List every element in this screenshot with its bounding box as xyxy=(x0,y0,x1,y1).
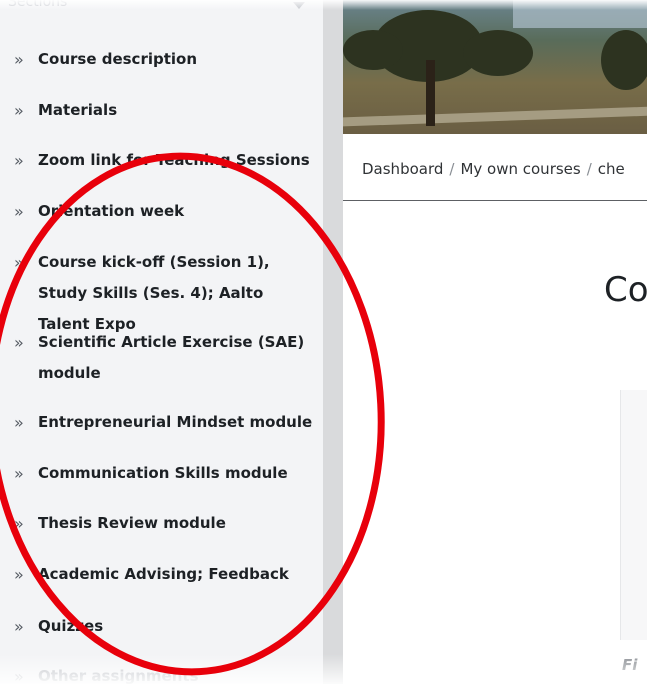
double-chevron-icon: » xyxy=(14,617,24,636)
section-link-zoom[interactable]: » Zoom link for Teaching Sessions xyxy=(14,145,314,176)
content-frame xyxy=(620,390,647,640)
section-link-label: Quizzes xyxy=(38,617,104,635)
tree-canopy xyxy=(601,30,647,90)
double-chevron-icon: » xyxy=(14,253,24,272)
tree-trunk xyxy=(426,60,435,126)
double-chevron-icon: » xyxy=(14,514,24,533)
collapse-caret-icon[interactable] xyxy=(293,2,305,9)
section-link-label: Zoom link for Teaching Sessions xyxy=(38,151,310,169)
section-link-label: Communication Skills module xyxy=(38,464,288,482)
section-link-academic-advising[interactable]: » Academic Advising; Feedback xyxy=(14,559,314,590)
course-sections-sidebar: Sections » Course description » Material… xyxy=(0,0,323,684)
tree-canopy xyxy=(463,30,533,76)
page-title: Co xyxy=(604,270,647,310)
banner-sky xyxy=(513,0,647,28)
tree-canopy xyxy=(343,30,403,70)
sections-header-label: Sections xyxy=(8,0,68,10)
section-link-thesis-review[interactable]: » Thesis Review module xyxy=(14,508,314,539)
section-link-label: Other assignments xyxy=(38,667,199,684)
section-link-materials[interactable]: » Materials xyxy=(14,95,314,126)
section-link-entrepreneurial-mindset[interactable]: » Entrepreneurial Mindset module xyxy=(14,407,314,438)
header-divider xyxy=(343,200,647,201)
double-chevron-icon: » xyxy=(14,202,24,221)
section-link-communication-skills[interactable]: » Communication Skills module xyxy=(14,458,314,489)
section-link-label: Course description xyxy=(38,50,198,68)
double-chevron-icon: » xyxy=(14,333,24,352)
double-chevron-icon: » xyxy=(14,50,24,69)
double-chevron-icon: » xyxy=(14,565,24,584)
breadcrumb-my-courses[interactable]: My own courses xyxy=(460,160,580,178)
breadcrumb-dashboard[interactable]: Dashboard xyxy=(362,160,443,178)
section-link-quizzes[interactable]: » Quizzes xyxy=(14,611,314,642)
double-chevron-icon: » xyxy=(14,464,24,483)
double-chevron-icon: » xyxy=(14,101,24,120)
breadcrumb-current-course[interactable]: che xyxy=(598,160,625,178)
figure-caption: Fi xyxy=(622,656,638,674)
breadcrumb-separator: / xyxy=(586,160,592,178)
section-link-label: Orientation week xyxy=(38,202,185,220)
sections-header[interactable]: Sections xyxy=(0,0,323,16)
double-chevron-icon: » xyxy=(14,151,24,170)
section-link-other-assignments[interactable]: » Other assignments xyxy=(14,661,314,684)
breadcrumb-separator: / xyxy=(449,160,455,178)
double-chevron-icon: » xyxy=(14,413,24,432)
section-link-label: Materials xyxy=(38,101,118,119)
section-link-course-description[interactable]: » Course description xyxy=(14,44,314,75)
sidebar-scrollbar[interactable] xyxy=(323,0,343,684)
section-link-sae-module[interactable]: » Scientific Article Exercise (SAE) modu… xyxy=(14,327,314,389)
section-link-label: Academic Advising; Feedback xyxy=(38,565,289,583)
section-link-label: Scientific Article Exercise (SAE) module xyxy=(38,333,305,382)
breadcrumb: Dashboard / My own courses / che xyxy=(362,160,625,178)
section-link-label: Entrepreneurial Mindset module xyxy=(38,413,313,431)
banner-path xyxy=(343,106,647,127)
double-chevron-icon: » xyxy=(14,667,24,684)
course-banner-image xyxy=(343,0,647,134)
section-link-label: Thesis Review module xyxy=(38,514,226,532)
section-link-orientation-week[interactable]: » Orientation week xyxy=(14,196,314,227)
